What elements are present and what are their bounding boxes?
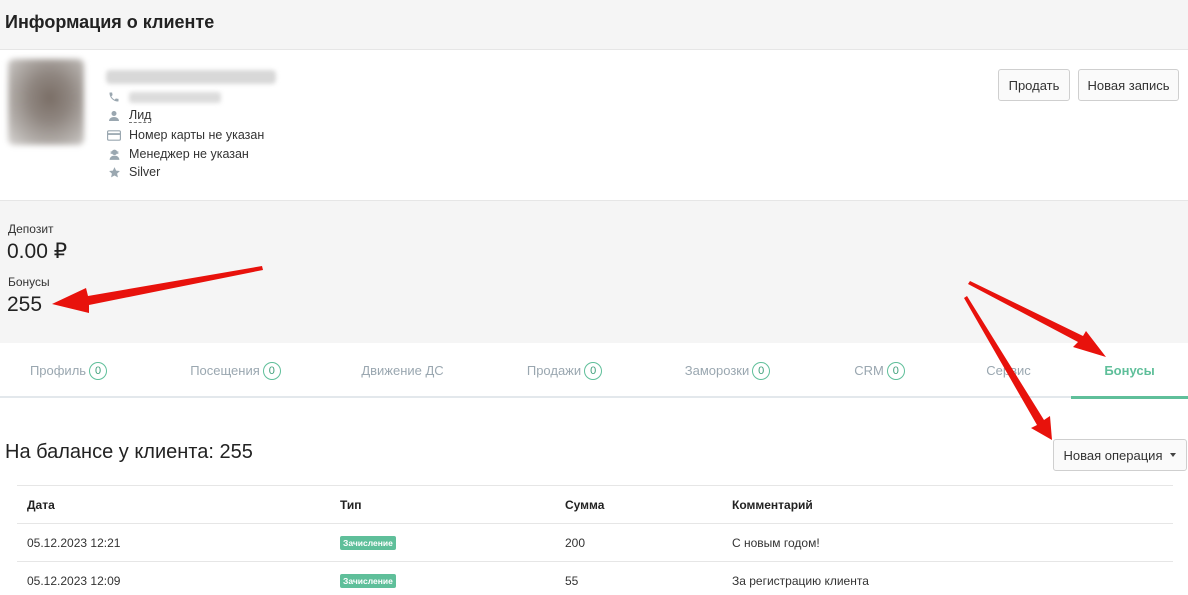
column-header-date: Дата [27,497,55,512]
row-comment: За регистрацию клиента [732,573,869,588]
row-date: 05.12.2023 12:09 [27,573,121,588]
bonus-label: Бонусы [8,275,50,289]
sell-button[interactable]: Продать [998,69,1070,101]
tab-count-badge: 0 [584,361,603,380]
row-type: Зачисление [340,562,396,595]
bonus-value: 255 [7,293,43,316]
balance-section: Депозит 0.00 ₽ Бонусы 255 [0,201,1188,343]
client-name-blurred [106,70,276,84]
phone-icon [107,90,121,104]
tab-label: Движение ДС [361,363,444,378]
page-title: Информация о клиенте [5,12,215,32]
client-phone-blurred [129,91,221,103]
table-header-row: Дата Тип Сумма Комментарий [17,485,1173,523]
bonus-operations-table: Дата Тип Сумма Комментарий 05.12.2023 12… [17,485,1173,595]
row-type: Зачисление [340,524,396,561]
card-icon [107,128,121,142]
tab-profile[interactable]: Профиль 0 [0,343,137,398]
tab-freezes[interactable]: Заморозки 0 [659,343,796,398]
column-header-comment: Комментарий [732,497,813,512]
client-level: Silver [129,165,161,179]
tab-crm[interactable]: CRM 0 [811,343,948,398]
column-header-type: Тип [340,497,362,512]
tab-label: Заморозки [684,363,750,378]
user-icon [107,109,121,123]
deposit-label: Депозит [8,222,54,236]
client-card: Лид Номер карты не указан Менеджер не ук… [0,50,1188,201]
tab-sales[interactable]: Продажи 0 [496,343,633,398]
caret-down-icon [1170,453,1177,457]
status-row: Лид [107,107,152,125]
card-number: Номер карты не указан [129,128,265,142]
card-row: Номер карты не указан [107,126,264,144]
tab-label: Бонусы [1104,363,1155,378]
active-tab-indicator [1071,396,1188,399]
tab-visits[interactable]: Посещения 0 [167,343,304,398]
deposit-value: 0.00 ₽ [7,240,68,263]
manager-name: Менеджер не указан [129,147,249,161]
avatar [8,59,84,145]
tab-count-badge: 0 [886,361,905,380]
bonus-balance-title: На балансе у клиента: 255 [5,441,253,463]
tab-label: CRM [854,363,884,378]
tab-label: Сервис [986,363,1031,378]
star-icon [107,165,121,179]
new-record-button[interactable]: Новая запись [1078,69,1179,101]
table-row: 05.12.2023 12:21 Зачисление 200 С новым … [17,523,1173,561]
client-info-page: Информация о клиенте Лид Номер карты не … [0,0,1188,595]
tab-count-badge: 0 [262,361,281,380]
row-amount: 200 [565,535,586,550]
tab-service[interactable]: Сервис [940,343,1077,398]
new-operation-label: Новая операция [1063,447,1163,463]
type-badge: Зачисление [340,573,396,588]
tab-bar: Профиль 0 Посещения 0 Движение ДС Продажи 0… [0,343,1188,399]
tab-label: Посещения [190,363,260,378]
tab-label: Профиль [29,363,87,378]
manager-icon [107,147,121,161]
column-header-amount: Сумма [565,497,605,512]
level-row: Silver [107,163,160,181]
client-status-link[interactable]: Лид [129,109,152,123]
tab-cash-flow[interactable]: Движение ДС [334,343,471,398]
row-date: 05.12.2023 12:21 [27,535,121,550]
tab-label: Продажи [526,363,582,378]
page-header: Информация о клиенте [0,0,1188,50]
tab-count-badge: 0 [89,361,108,380]
tab-bonuses[interactable]: Бонусы [1071,343,1188,398]
tab-count-badge: 0 [752,361,771,380]
phone-row [107,88,221,106]
manager-row: Менеджер не указан [107,145,249,163]
new-operation-dropdown[interactable]: Новая операция [1053,439,1187,471]
type-badge: Зачисление [340,535,396,550]
row-comment: С новым годом! [732,535,820,550]
table-row: 05.12.2023 12:09 Зачисление 55 За регист… [17,561,1173,595]
row-amount: 55 [565,573,579,588]
